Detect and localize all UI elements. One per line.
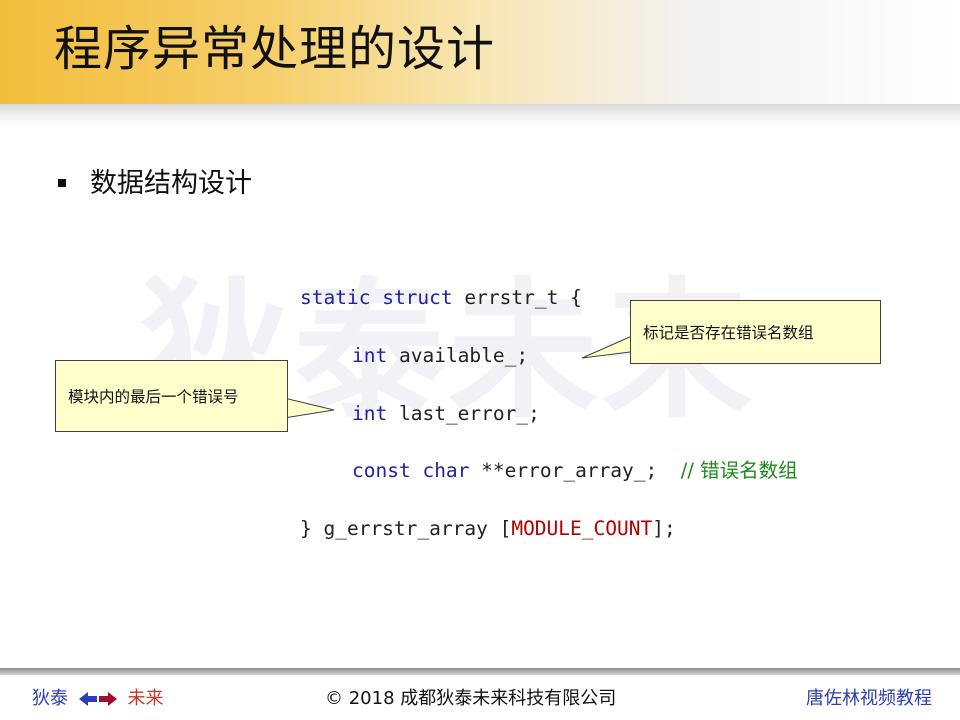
code-line-4: const char **error_array_; // 错误名数组 xyxy=(352,458,798,484)
code-text: **error_array_; xyxy=(481,459,658,482)
code-keyword: int xyxy=(352,344,388,367)
code-comment: // 错误名数组 xyxy=(680,459,798,482)
callout-available: 标记是否存在错误名数组 xyxy=(630,300,881,364)
footer-divider xyxy=(0,668,960,675)
footer-brand-left: 狄泰 xyxy=(32,688,68,709)
code-text: errstr_t { xyxy=(464,286,582,309)
footer-brand: 狄泰 未来 xyxy=(32,686,163,712)
title-bar-shadow xyxy=(0,104,960,126)
code-keyword: char xyxy=(422,459,470,482)
footer-course: 唐佐林视频教程 xyxy=(806,688,932,709)
code-text: last_error_; xyxy=(398,402,540,425)
bullet-text: 数据结构设计 xyxy=(90,168,252,199)
code-text: } g_errstr_array [ xyxy=(300,517,512,540)
slide-title: 程序异常处理的设计 xyxy=(54,21,496,77)
code-text: ]; xyxy=(652,517,676,540)
callout-text: 模块内的最后一个错误号 xyxy=(68,388,239,406)
code-line-1: static struct errstr_t { xyxy=(300,285,582,311)
code-keyword: struct xyxy=(382,286,453,309)
left-right-arrows-icon xyxy=(78,692,117,706)
code-line-3: int last_error_; xyxy=(352,401,540,427)
code-macro: MODULE_COUNT xyxy=(511,517,653,540)
square-bullet-icon xyxy=(58,179,66,187)
code-text: available_; xyxy=(398,344,529,367)
footer-brand-right: 未来 xyxy=(127,688,164,709)
code-keyword: int xyxy=(352,402,388,425)
callout-text: 标记是否存在错误名数组 xyxy=(643,324,814,342)
code-line-5: } g_errstr_array [MODULE_COUNT]; xyxy=(300,516,676,542)
footer-copyright: © 2018 成都狄泰未来科技有限公司 xyxy=(325,688,617,709)
callout-last-error: 模块内的最后一个错误号 xyxy=(55,360,288,432)
callout-pointer xyxy=(284,397,335,419)
code-keyword: static xyxy=(300,286,371,309)
code-keyword: const xyxy=(352,459,411,482)
code-line-2: int available_; xyxy=(352,343,528,369)
